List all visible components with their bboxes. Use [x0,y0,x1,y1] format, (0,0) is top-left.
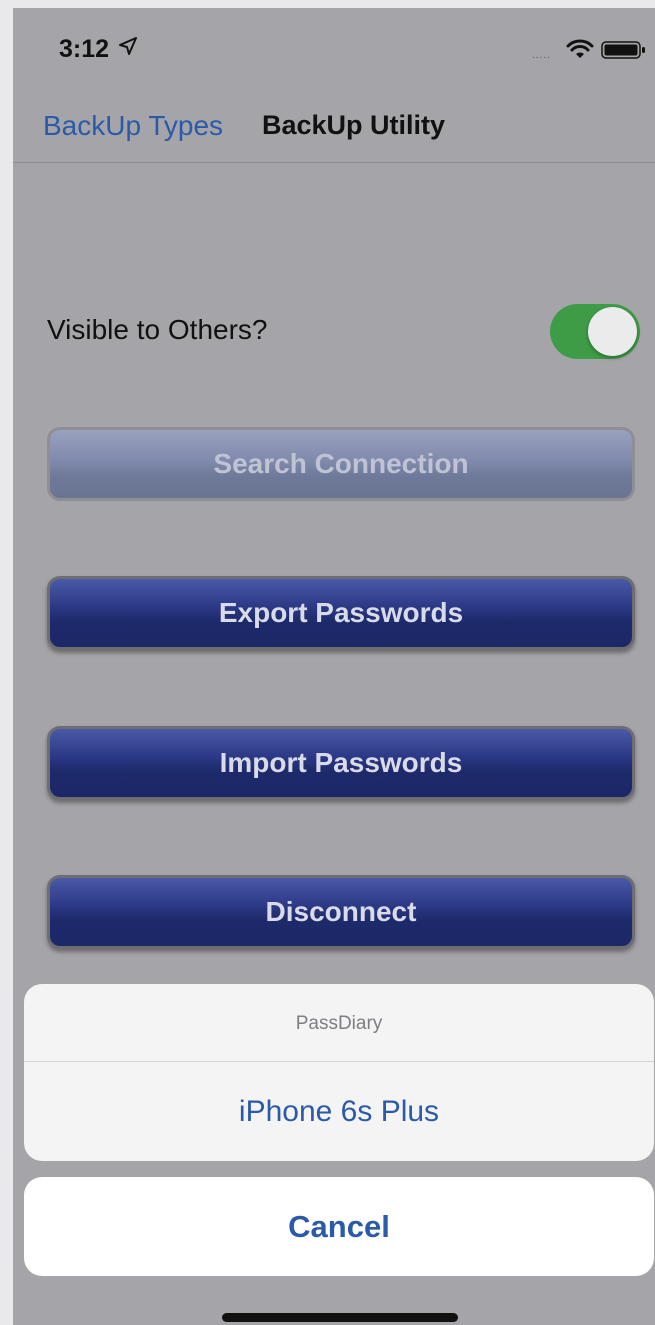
export-passwords-button[interactable]: Export Passwords [47,576,635,650]
action-sheet-title: PassDiary [24,984,654,1062]
page-title: BackUp Utility [262,110,446,140]
location-arrow-icon [119,37,137,55]
import-passwords-button[interactable]: Import Passwords [47,726,635,800]
cancel-button[interactable]: Cancel [24,1177,654,1276]
signal-dots: ..... [532,50,551,61]
status-bar: 3:12 ..... [13,8,655,88]
toggle-knob [588,307,637,356]
home-indicator[interactable] [222,1313,458,1322]
visible-to-others-label: Visible to Others? [47,314,268,345]
battery-icon [601,41,645,59]
action-sheet-option-device[interactable]: iPhone 6s Plus [24,1062,654,1161]
search-connection-button[interactable]: Search Connection [47,427,635,501]
action-sheet: PassDiary iPhone 6s Plus [24,984,654,1161]
phone-screen: 3:12 ..... BackUp Types BackUp Utility V… [13,8,655,1325]
back-button[interactable]: BackUp Types [43,110,223,142]
wifi-icon [566,39,594,58]
disconnect-button[interactable]: Disconnect [47,875,635,949]
status-time: 3:12 [59,35,110,63]
visible-to-others-toggle[interactable] [550,304,640,359]
